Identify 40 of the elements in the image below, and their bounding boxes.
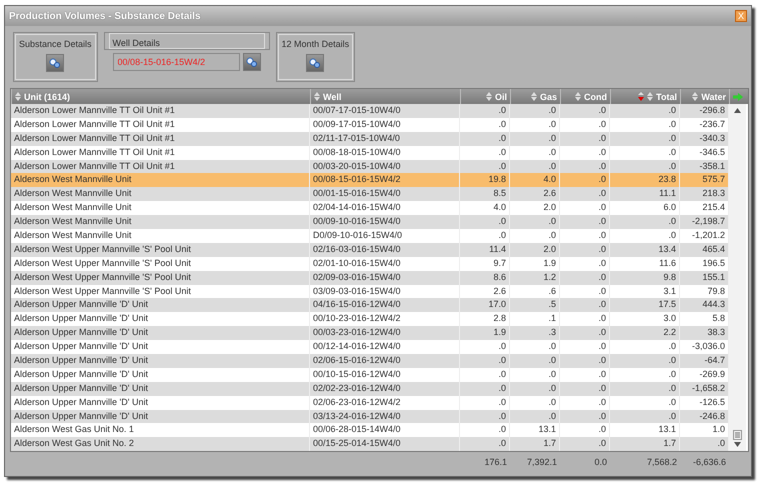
table-row[interactable]: Alderson Upper Mannville 'D' Unit 00/10-23-016-12W4/2 2.8 .1 .0 3.0 5.8 (11, 312, 729, 326)
table-row[interactable]: Alderson West Mannville Unit D0/09-10-016-15W4/0 .0 .0 .0 .0 -1,201.2 (11, 229, 729, 243)
table-row[interactable]: Alderson Upper Mannville 'D' Unit 00/12-14-016-12W4/0 .0 .0 .0 .0 -3,036.0 (11, 340, 729, 354)
table-row[interactable]: Alderson Lower Mannville TT Oil Unit #1 00/03-20-015-10W4/0 .0 .0 .0 .0 -358.1 (11, 160, 729, 174)
table-cell: .0 (460, 437, 510, 452)
table-cell: 1.7 (510, 437, 560, 452)
table-row[interactable]: Alderson West Mannville Unit 02/04-14-016-15W4/0 4.0 2.0 .0 6.0 215.4 (11, 201, 729, 216)
table-row[interactable]: Alderson Lower Mannville TT Oil Unit #1 00/07-17-015-10W4/0 .0 .0 .0 .0 -296.8 (11, 104, 729, 118)
total-value: 176.1 (483, 456, 508, 470)
table-row[interactable]: Alderson Lower Mannville TT Oil Unit #1 02/11-17-015-10W4/0 .0 .0 .0 .0 -340.3 (11, 132, 729, 146)
total-value: -6,636.6 (692, 456, 727, 470)
table-row[interactable]: Alderson West Mannville Unit 00/08-15-016-15W4/2 19.8 4.0 .0 23.8 575.7 (11, 173, 729, 188)
total-value: 7,392.1 (526, 456, 558, 470)
table-row[interactable]: Alderson Upper Mannville 'D' Unit 02/06-23-016-12W4/2 .0 .0 .0 .0 -126.5 (11, 396, 729, 410)
table-row[interactable]: Alderson Upper Mannville 'D' Unit 00/10-15-016-12W4/0 .0 .0 .0 .0 -269.9 (11, 368, 729, 382)
table-row[interactable]: Alderson West Upper Mannville 'S' Pool Unit 02/16-03-016-15W4/0 11.4 2.0 .0 13.4 465.4 (11, 242, 729, 257)
table-row[interactable]: Alderson Lower Mannville TT Oil Unit #1 00/08-18-015-10W4/0 .0 .0 .0 .0 -346.5 (11, 146, 729, 160)
table-row[interactable]: Alderson West Gas Unit No. 1 00/06-28-015-14W4/0 .0 13.1 .0 13.1 1.0 (11, 423, 729, 438)
table-cell: .0 (560, 437, 610, 452)
panel-title: 12 Month Details (282, 39, 350, 49)
table-row[interactable]: Alderson West Upper Mannville 'S' Pool Unit 02/09-03-016-15W4/0 8.6 1.2 .0 9.8 155.1 (11, 270, 729, 285)
table-row[interactable]: Alderson Upper Mannville 'D' Unit 00/03-23-016-12W4/0 1.9 .3 .0 2.2 38.3 (11, 326, 729, 340)
table-row[interactable]: Alderson Upper Mannville 'D' Unit 02/02-23-016-12W4/0 .0 .0 .0 .0 -1,658.2 (11, 382, 729, 396)
table-row[interactable]: Alderson Lower Mannville TT Oil Unit #1 00/09-17-015-10W4/0 .0 .0 .0 .0 -236.7 (11, 118, 729, 132)
panel-title: Well Details (112, 38, 161, 48)
table-row[interactable]: Alderson Upper Mannville 'D' Unit 03/13-24-016-12W4/0 .0 .0 .0 .0 -246.8 (11, 410, 729, 424)
table-row[interactable]: Alderson Upper Mannville 'D' Unit 04/16-15-016-12W4/0 17.0 .5 .0 17.5 444.3 (11, 298, 729, 312)
total-value: 0.0 (593, 456, 608, 470)
table-row[interactable]: Alderson West Mannville Unit 00/09-10-016-15W4/0 .0 .0 .0 .0 -2,198.7 (11, 215, 729, 230)
table-row[interactable]: Alderson West Upper Mannville 'S' Pool Unit 02/01-10-016-15W4/0 9.7 1.9 .0 11.6 196.5 (11, 256, 729, 271)
table-row[interactable]: Alderson West Gas Unit No. 2 00/15-25-014-15W4/0 .0 1.7 .0 1.7 .0 (11, 437, 729, 452)
window-title: Production Volumes - Substance Details (9, 10, 201, 22)
panel-title: Substance Details (19, 39, 92, 49)
table-row[interactable]: Alderson West Mannville Unit 00/01-15-016-15W4/0 8.5 2.6 .0 11.1 218.3 (11, 187, 729, 202)
table-cell: Alderson West Gas Unit No. 2 (11, 437, 310, 452)
total-value: 7,568.2 (646, 456, 678, 470)
table-cell: 1.7 (610, 437, 680, 452)
table-cell: 00/15-25-014-15W4/0 (310, 437, 460, 452)
table-row[interactable]: Alderson West Upper Mannville 'S' Pool Unit 03/09-03-016-15W4/0 2.6 .6 .0 3.1 79.8 (11, 284, 729, 298)
table-row[interactable]: Alderson Upper Mannville 'D' Unit 02/06-15-016-12W4/0 .0 .0 .0 .0 -64.7 (11, 354, 729, 368)
